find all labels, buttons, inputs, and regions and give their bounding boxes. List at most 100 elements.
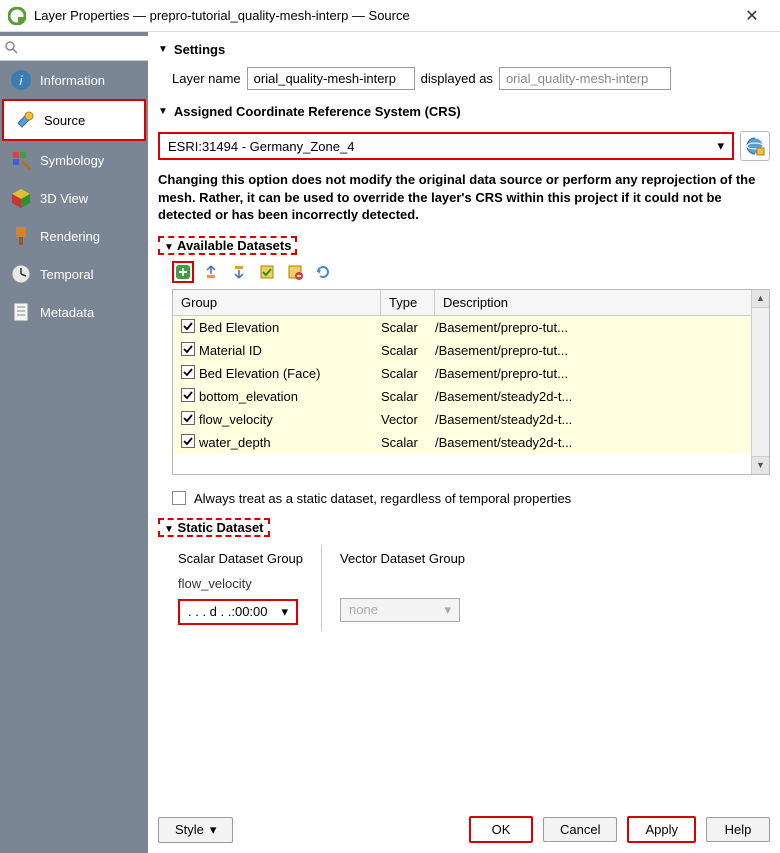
dataset-name: Material ID xyxy=(199,343,381,358)
dataset-description: /Basement/steady2d-t... xyxy=(435,435,761,450)
dataset-name: water_depth xyxy=(199,435,381,450)
sidebar-item-label: Source xyxy=(44,113,85,128)
column-description[interactable]: Description xyxy=(435,290,769,315)
datasets-scrollbar[interactable]: ▲ ▼ xyxy=(751,290,769,474)
dataset-checkbox[interactable] xyxy=(181,365,199,382)
dropdown-icon: ▾ xyxy=(210,822,217,838)
dropdown-icon: ▾ xyxy=(717,138,724,154)
dataset-name: Bed Elevation (Face) xyxy=(199,366,381,381)
sidebar-item-rendering[interactable]: Rendering xyxy=(0,217,148,255)
qgis-icon xyxy=(8,7,26,25)
brush-icon xyxy=(10,149,32,171)
cube-icon xyxy=(10,187,32,209)
sidebar-item-3d-view[interactable]: 3D View xyxy=(0,179,148,217)
dataset-name: bottom_elevation xyxy=(199,389,381,404)
search-icon xyxy=(4,40,18,54)
sidebar: i Information Source Symbology 3D View R… xyxy=(0,32,148,853)
dataset-description: /Basement/steady2d-t... xyxy=(435,412,761,427)
expand-button[interactable] xyxy=(200,261,222,283)
table-row[interactable]: flow_velocityVector/Basement/steady2d-t.… xyxy=(173,408,769,431)
dataset-name: Bed Elevation xyxy=(199,320,381,335)
datasets-toolbar xyxy=(172,261,770,283)
info-icon: i xyxy=(10,69,32,91)
help-button[interactable]: Help xyxy=(706,817,770,842)
table-row[interactable]: Bed Elevation (Face)Scalar/Basement/prep… xyxy=(173,362,769,385)
dataset-description: /Basement/steady2d-t... xyxy=(435,389,761,404)
close-button[interactable]: ✕ xyxy=(732,6,772,26)
always-static-checkbox[interactable] xyxy=(172,491,186,505)
scalar-group-value: flow_velocity xyxy=(178,576,303,591)
table-row[interactable]: bottom_elevationScalar/Basement/steady2d… xyxy=(173,385,769,408)
static-dataset-header[interactable]: Static Dataset xyxy=(178,520,264,535)
scroll-down-icon[interactable]: ▼ xyxy=(752,456,769,474)
dataset-checkbox[interactable] xyxy=(181,411,199,428)
dataset-description: /Basement/prepro-tut... xyxy=(435,320,761,335)
dataset-checkbox[interactable] xyxy=(181,434,199,451)
dataset-checkbox[interactable] xyxy=(181,388,199,405)
scalar-time-select[interactable]: . . . d . .:00:00 ▾ xyxy=(178,599,298,625)
layer-name-input[interactable] xyxy=(247,67,415,90)
main-panel: ▼ Settings Layer name displayed as ▼ Ass… xyxy=(148,32,780,853)
chevron-down-icon: ▼ xyxy=(164,242,174,253)
sidebar-item-metadata[interactable]: Metadata xyxy=(0,293,148,331)
scalar-dataset-panel: Scalar Dataset Group flow_velocity . . .… xyxy=(172,545,321,631)
refresh-button[interactable] xyxy=(312,261,334,283)
crs-picker-button[interactable] xyxy=(740,131,770,161)
sidebar-item-label: Rendering xyxy=(40,229,100,244)
vector-dataset-panel: Vector Dataset Group none ▾ xyxy=(321,545,483,631)
dataset-type: Vector xyxy=(381,412,435,427)
column-group[interactable]: Group xyxy=(173,290,381,315)
document-icon xyxy=(10,301,32,323)
chevron-down-icon: ▼ xyxy=(158,44,168,55)
displayed-as-label: displayed as xyxy=(421,71,493,86)
layer-name-label: Layer name xyxy=(172,71,241,86)
settings-header[interactable]: ▼ Settings xyxy=(158,38,770,61)
sidebar-item-label: Symbology xyxy=(40,153,104,168)
dataset-type: Scalar xyxy=(381,435,435,450)
dataset-type: Scalar xyxy=(381,389,435,404)
sidebar-item-temporal[interactable]: Temporal xyxy=(0,255,148,293)
dataset-type: Scalar xyxy=(381,320,435,335)
crs-header[interactable]: ▼ Assigned Coordinate Reference System (… xyxy=(158,100,770,123)
crs-select[interactable]: ESRI:31494 - Germany_Zone_4 ▾ xyxy=(158,132,734,160)
dropdown-icon: ▾ xyxy=(444,602,451,618)
collapse-button[interactable] xyxy=(228,261,250,283)
dialog-buttons: Style▾ OK Cancel Apply Help xyxy=(158,802,770,843)
select-all-button[interactable] xyxy=(256,261,278,283)
column-type[interactable]: Type xyxy=(381,290,435,315)
vector-group-label: Vector Dataset Group xyxy=(340,551,465,566)
available-datasets-header[interactable]: Available Datasets xyxy=(177,238,291,253)
sidebar-item-label: Temporal xyxy=(40,267,93,282)
sidebar-item-information[interactable]: i Information xyxy=(0,61,148,99)
add-dataset-button[interactable] xyxy=(172,261,194,283)
dataset-type: Scalar xyxy=(381,343,435,358)
style-button[interactable]: Style▾ xyxy=(158,817,233,843)
dataset-description: /Basement/prepro-tut... xyxy=(435,343,761,358)
dataset-type: Scalar xyxy=(381,366,435,381)
apply-button[interactable]: Apply xyxy=(627,816,696,843)
table-row[interactable]: water_depthScalar/Basement/steady2d-t... xyxy=(173,431,769,454)
wrench-icon xyxy=(14,109,36,131)
sidebar-item-label: 3D View xyxy=(40,191,88,206)
ok-button[interactable]: OK xyxy=(469,816,533,843)
globe-icon xyxy=(745,136,765,156)
datasets-table: Group Type Description Bed ElevationScal… xyxy=(172,289,770,475)
sidebar-item-symbology[interactable]: Symbology xyxy=(0,141,148,179)
datasets-header-row: Group Type Description xyxy=(173,290,769,316)
table-row[interactable]: Bed ElevationScalar/Basement/prepro-tut.… xyxy=(173,316,769,339)
cancel-button[interactable]: Cancel xyxy=(543,817,617,842)
scroll-up-icon[interactable]: ▲ xyxy=(752,290,769,308)
vector-group-select[interactable]: none ▾ xyxy=(340,598,460,622)
chevron-down-icon: ▼ xyxy=(164,524,174,535)
always-static-label: Always treat as a static dataset, regard… xyxy=(194,491,571,506)
crs-note: Changing this option does not modify the… xyxy=(158,171,770,224)
window-title: Layer Properties — prepro-tutorial_quali… xyxy=(34,8,732,23)
sidebar-item-source[interactable]: Source xyxy=(2,99,146,141)
table-row[interactable]: Material IDScalar/Basement/prepro-tut... xyxy=(173,339,769,362)
sidebar-search-input[interactable] xyxy=(0,36,148,60)
dataset-description: /Basement/prepro-tut... xyxy=(435,366,761,381)
dataset-checkbox[interactable] xyxy=(181,319,199,336)
deselect-all-button[interactable] xyxy=(284,261,306,283)
dataset-checkbox[interactable] xyxy=(181,342,199,359)
scalar-group-label: Scalar Dataset Group xyxy=(178,551,303,566)
